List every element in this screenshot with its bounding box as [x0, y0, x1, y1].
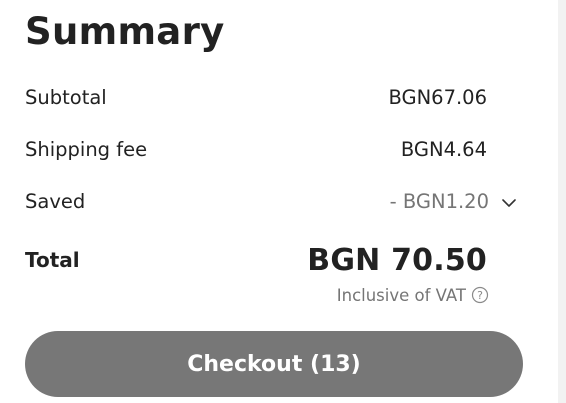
shipping-label: Shipping fee [25, 137, 148, 161]
subtotal-label: Subtotal [25, 85, 107, 109]
scrollbar-track[interactable] [558, 0, 566, 403]
saved-amount-toggle[interactable]: - BGN1.20 [390, 190, 517, 213]
question-circle-icon[interactable]: ? [471, 286, 489, 304]
shipping-value: BGN4.64 [400, 137, 487, 161]
svg-text:?: ? [477, 289, 483, 302]
total-value: BGN 70.50 [307, 242, 487, 278]
saved-value: - BGN1.20 [389, 189, 489, 213]
total-label: Total [25, 248, 80, 272]
chevron-down-icon[interactable] [501, 193, 517, 209]
order-summary-panel: Summary Subtotal BGN67.06 Shipping fee B… [0, 0, 558, 403]
summary-title: Summary [25, 10, 225, 53]
subtotal-value: BGN67.06 [388, 85, 487, 109]
subtotal-row: Subtotal BGN67.06 [25, 82, 487, 112]
vat-note-text: Inclusive of VAT [336, 285, 466, 305]
checkout-button[interactable]: Checkout (13) [25, 331, 523, 397]
saved-row[interactable]: Saved - BGN1.20 [25, 186, 517, 216]
shipping-row: Shipping fee BGN4.64 [25, 134, 487, 164]
total-row: Total BGN 70.50 [25, 240, 487, 280]
saved-label: Saved [25, 189, 86, 213]
vat-note: Inclusive of VAT ? [300, 283, 489, 307]
